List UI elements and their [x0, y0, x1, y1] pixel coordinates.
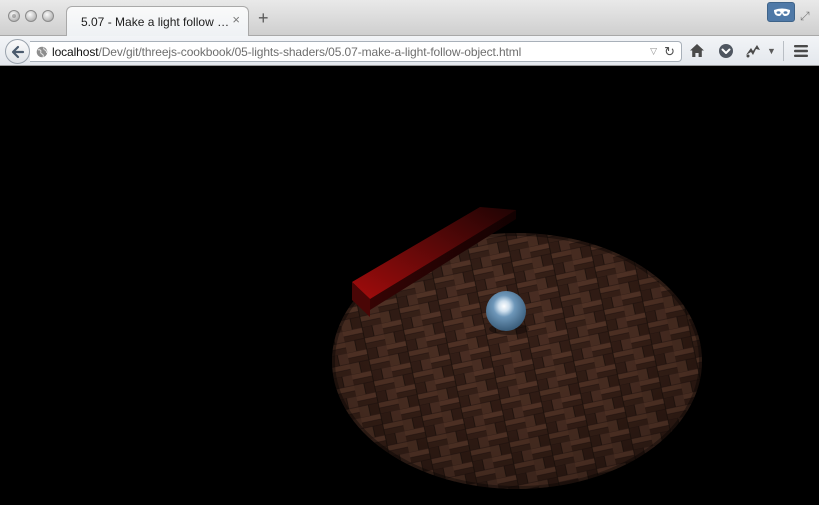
url-host: localhost [52, 45, 99, 59]
url-dropdown-icon[interactable]: ▽ [650, 46, 657, 57]
window-zoom-button[interactable] [42, 10, 54, 22]
home-icon[interactable] [689, 43, 705, 58]
tab-title: 5.07 - Make a light follow an ... [81, 15, 231, 29]
toolbar-divider [783, 41, 784, 61]
new-tab-button[interactable]: + [258, 9, 269, 27]
tab-close-icon[interactable]: × [232, 13, 240, 27]
tab-active[interactable]: 5.07 - Make a light follow an ... × [66, 6, 249, 37]
url-path: /Dev/git/threejs-cookbook/05-lights-shad… [98, 45, 522, 59]
webgl-canvas[interactable] [0, 67, 819, 505]
back-arrow-icon [11, 45, 25, 59]
private-mask-icon[interactable] [767, 2, 795, 22]
fullscreen-icon[interactable]: ⤢ [800, 9, 810, 24]
light-sphere [486, 291, 526, 331]
extension-icon[interactable] [744, 44, 762, 58]
back-button[interactable] [5, 39, 30, 64]
window-minimize-button[interactable] [25, 10, 37, 22]
window-close-button[interactable] [8, 10, 20, 22]
scene-render [329, 207, 705, 492]
title-bar: 5.07 - Make a light follow an ... × + ⤢ [0, 0, 819, 37]
extension-dropdown-icon[interactable]: ▼ [767, 46, 776, 56]
url-bar[interactable]: localhost/Dev/git/threejs-cookbook/05-li… [30, 41, 682, 62]
globe-icon [36, 46, 48, 58]
pocket-icon[interactable] [718, 43, 734, 59]
reload-icon[interactable]: ↻ [664, 44, 675, 60]
menu-icon[interactable] [793, 44, 809, 58]
url-text[interactable]: localhost/Dev/git/threejs-cookbook/05-li… [52, 45, 521, 59]
